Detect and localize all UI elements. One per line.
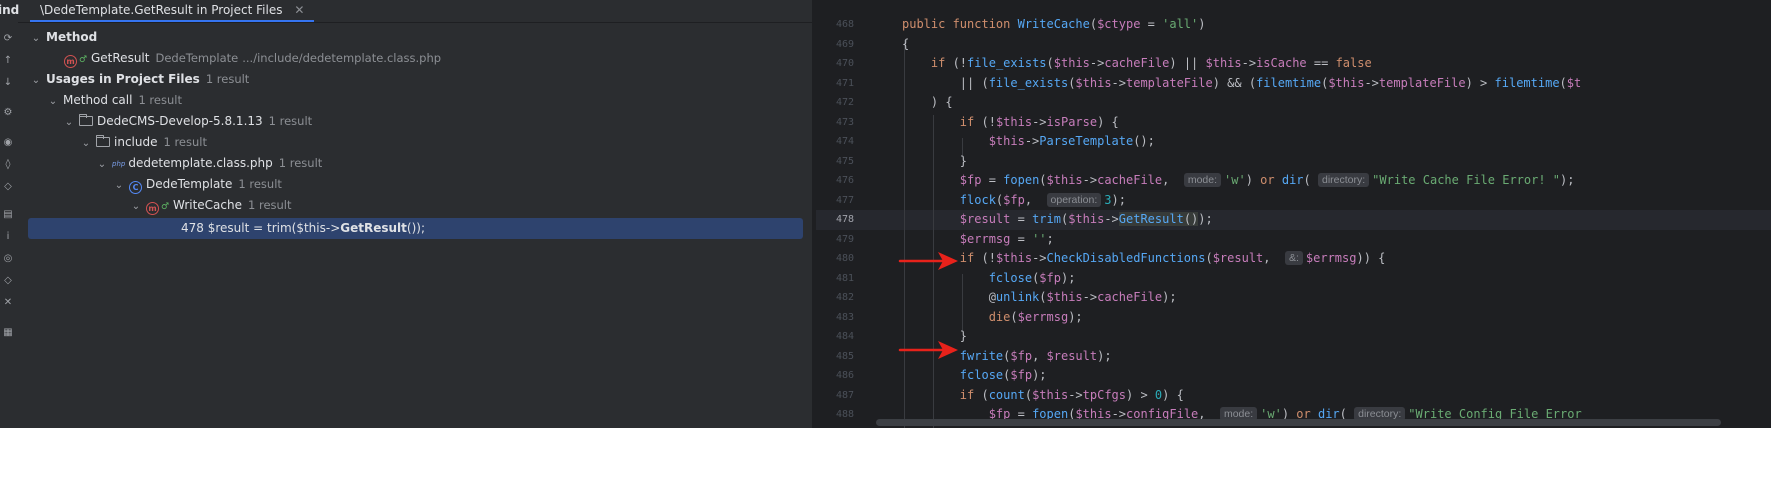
red-arrow-line-480 (898, 252, 958, 270)
ide-window: ind \DedeTemplate.GetResult in Project F… (0, 0, 1771, 428)
annotation-arrows (898, 252, 958, 359)
red-arrow-line-485 (898, 341, 958, 359)
